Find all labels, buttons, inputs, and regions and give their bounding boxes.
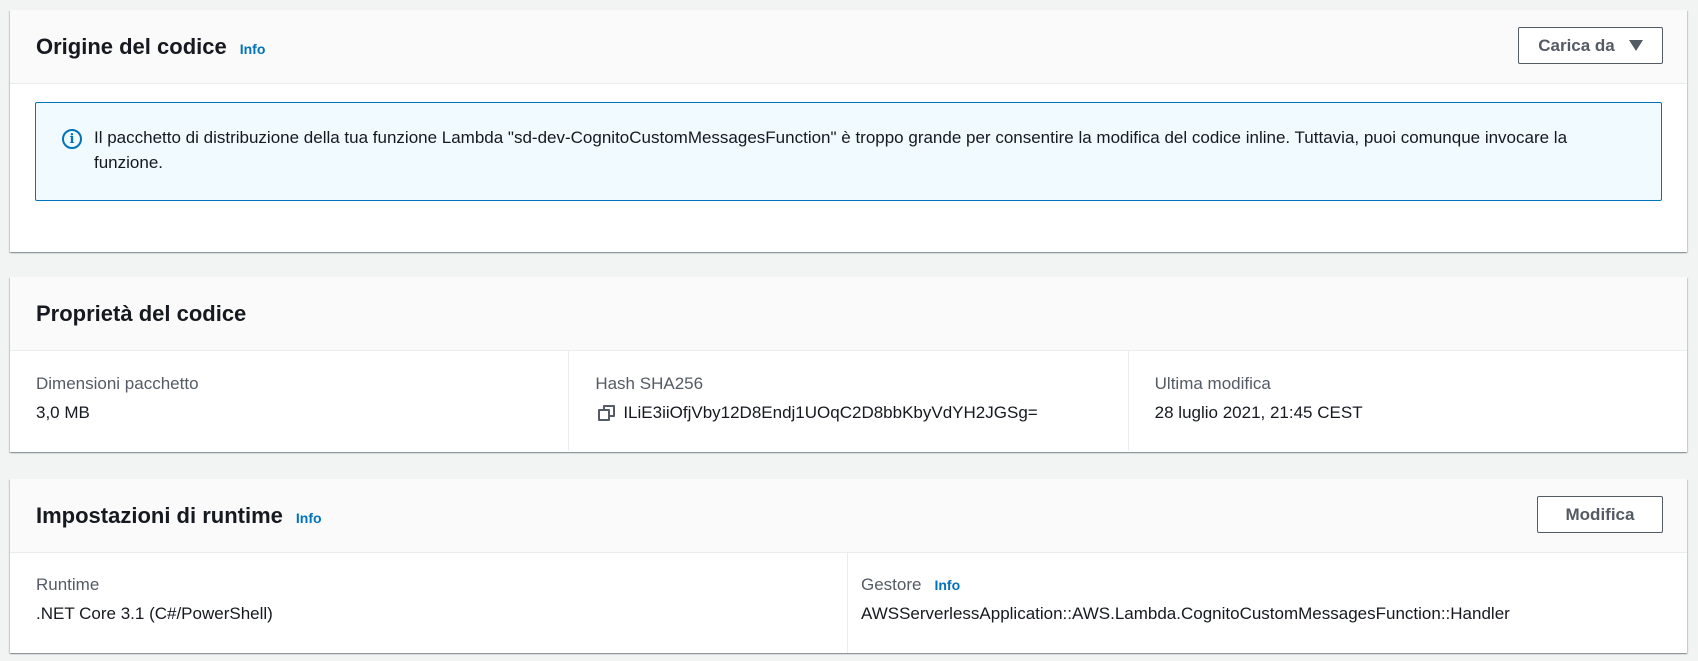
edit-button[interactable]: Modifica (1537, 496, 1663, 533)
code-source-info-link[interactable]: Info (240, 41, 266, 57)
runtime-settings-columns: Runtime .NET Core 3.1 (C#/PowerShell) Ge… (10, 553, 1687, 653)
code-properties-panel: Proprietà del codice Dimensioni pacchett… (10, 277, 1687, 452)
runtime-settings-header: Impostazioni di runtime Info Modifica (10, 479, 1687, 553)
code-properties-columns: Dimensioni pacchetto 3,0 MB Hash SHA256 … (10, 351, 1687, 451)
last-modified-column: Ultima modifica 28 luglio 2021, 21:45 CE… (1127, 351, 1687, 451)
info-alert: i Il pacchetto di distribuzione della tu… (35, 102, 1662, 201)
package-size-label: Dimensioni pacchetto (36, 374, 199, 393)
edit-button-label: Modifica (1565, 504, 1635, 524)
code-source-panel: Origine del codice Info Carica da i Il p… (10, 10, 1687, 252)
handler-label: Gestore (861, 575, 922, 594)
handler-value: AWSServerlessApplication::AWS.Lambda.Cog… (861, 604, 1510, 623)
upload-from-button-label: Carica da (1538, 35, 1615, 55)
last-modified-label: Ultima modifica (1154, 374, 1271, 393)
runtime-settings-title: Impostazioni di runtime (36, 502, 283, 528)
handler-column: Gestore Info AWSServerlessApplication::A… (847, 553, 1687, 653)
package-size-value: 3,0 MB (36, 403, 90, 422)
hash-column: Hash SHA256 ILiE3iiOfjVby12D8Endj1UOqC2D… (568, 351, 1127, 451)
info-circle-icon: i (62, 129, 82, 149)
code-source-title: Origine del codice (36, 33, 227, 59)
runtime-column: Runtime .NET Core 3.1 (C#/PowerShell) (10, 553, 847, 653)
caret-down-icon (1628, 40, 1643, 51)
code-properties-header: Proprietà del codice (10, 277, 1687, 351)
hash-value: ILiE3iiOfjVby12D8Endj1UOqC2D8bbKbyVdYH2J… (623, 403, 1038, 422)
runtime-settings-panel: Impostazioni di runtime Info Modifica Ru… (10, 479, 1687, 653)
copy-icon[interactable] (598, 404, 616, 422)
code-source-header: Origine del codice Info Carica da (10, 10, 1687, 84)
runtime-value: .NET Core 3.1 (C#/PowerShell) (36, 604, 273, 623)
upload-from-button[interactable]: Carica da (1518, 27, 1663, 64)
runtime-label: Runtime (36, 575, 100, 594)
alert-text: Il pacchetto di distribuzione della tua … (94, 128, 1568, 172)
handler-label-row: Gestore Info (861, 574, 1687, 596)
hash-value-row: ILiE3iiOfjVby12D8Endj1UOqC2D8bbKbyVdYH2J… (595, 402, 1127, 424)
code-properties-title: Proprietà del codice (36, 300, 247, 326)
handler-info-link[interactable]: Info (934, 577, 960, 593)
last-modified-value: 28 luglio 2021, 21:45 CEST (1154, 403, 1363, 422)
package-size-column: Dimensioni pacchetto 3,0 MB (10, 351, 568, 451)
runtime-settings-info-link[interactable]: Info (296, 510, 322, 526)
hash-label: Hash SHA256 (595, 374, 704, 393)
